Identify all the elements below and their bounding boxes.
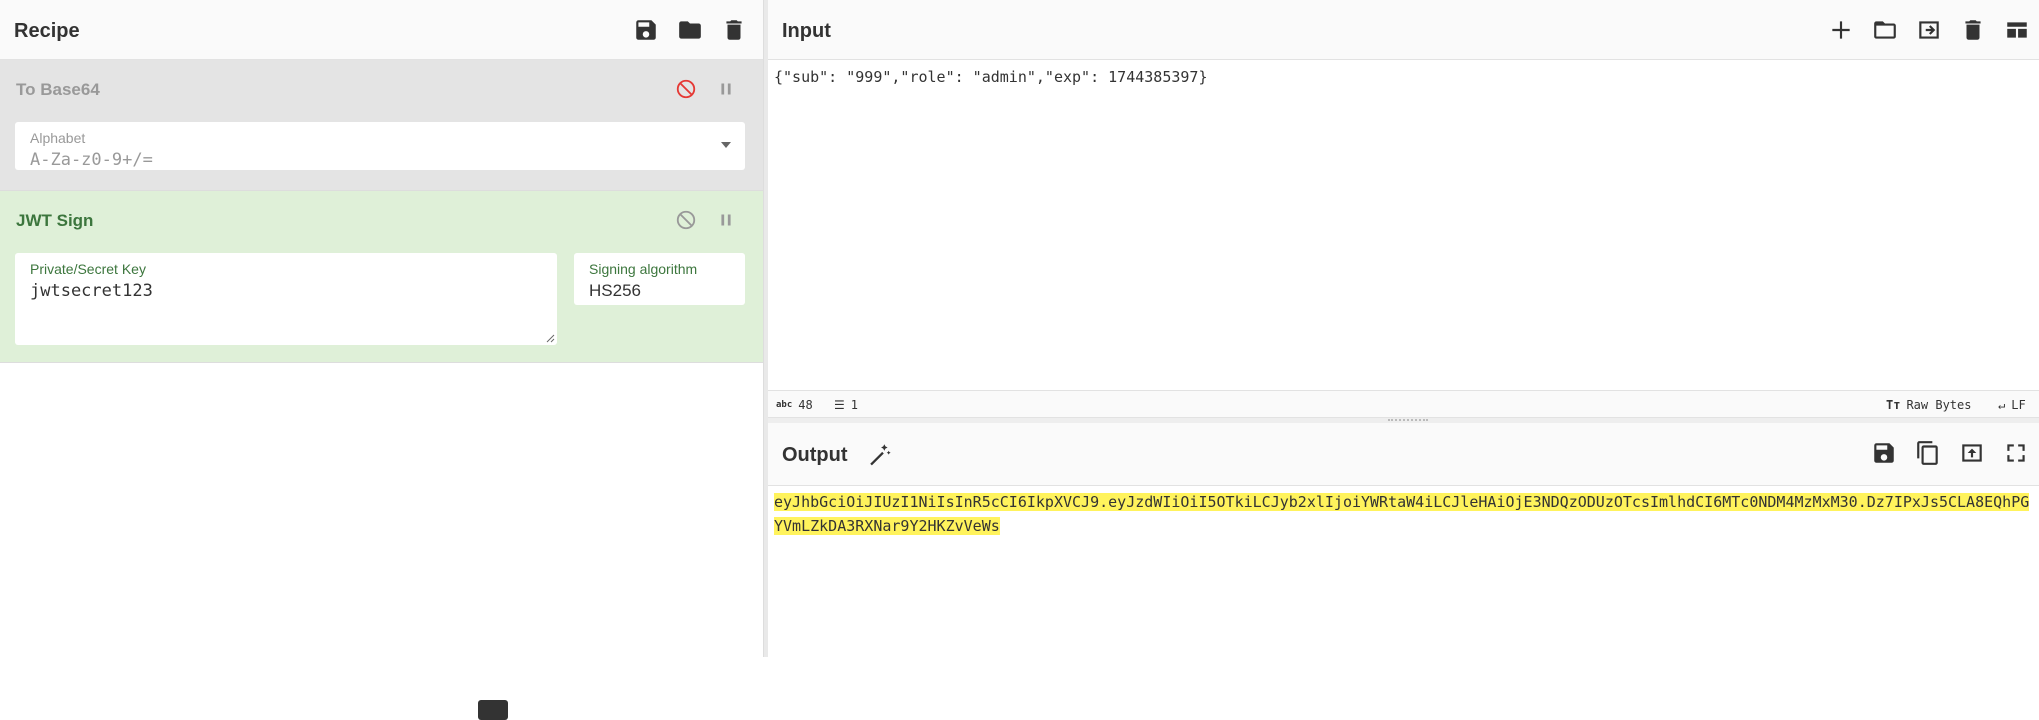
folder-icon[interactable] [676, 16, 704, 44]
signing-algorithm-label: Signing algorithm [589, 261, 698, 277]
operation-title: JWT Sign [16, 211, 94, 230]
secret-key-field[interactable]: Private/Secret Key jwtsecret123 [15, 253, 557, 345]
eol-selector[interactable]: ↵ LF [1998, 398, 2026, 412]
encoding-selector[interactable]: Tт Raw Bytes [1886, 398, 1971, 412]
trash-icon[interactable] [1959, 16, 1987, 44]
recipe-list: To Base64 Alphabet A-Za-z0-9+/= JWT Sign… [0, 60, 763, 720]
folder-icon[interactable] [1871, 16, 1899, 44]
trash-icon[interactable] [720, 16, 748, 44]
save-icon[interactable] [1870, 439, 1898, 467]
disable-icon[interactable] [675, 78, 697, 100]
operation-jwt-sign[interactable]: JWT Sign Private/Secret Key jwtsecret123… [0, 191, 763, 363]
output-textarea[interactable]: eyJhbGciOiJIUzI1NiIsInR5cCI6IkpXVCJ9.eyJ… [768, 486, 2039, 657]
maximize-icon[interactable] [2002, 439, 2030, 467]
char-count: abc 48 [776, 398, 813, 412]
add-icon[interactable] [1827, 16, 1855, 44]
input-title: Input [782, 20, 831, 42]
line-count: ☰ 1 [834, 398, 858, 412]
replace-input-icon[interactable] [1958, 439, 1986, 467]
bake-icon[interactable] [478, 700, 508, 720]
chevron-down-icon[interactable] [721, 142, 731, 148]
input-header: Input [768, 0, 2039, 60]
recipe-title: Recipe [14, 20, 80, 42]
signing-algorithm-select[interactable]: Signing algorithm HS256 [574, 253, 745, 305]
alphabet-select[interactable]: Alphabet A-Za-z0-9+/= [15, 122, 745, 170]
operation-title: To Base64 [16, 80, 100, 99]
abc-icon: abc [776, 400, 793, 410]
signing-algorithm-value: HS256 [589, 281, 641, 300]
operation-to-base64[interactable]: To Base64 Alphabet A-Za-z0-9+/= [0, 60, 763, 191]
output-text[interactable]: eyJhbGciOiJIUzI1NiIsInR5cCI6IkpXVCJ9.eyJ… [774, 490, 2036, 538]
text-format-icon: Tт [1886, 398, 1901, 412]
input-status-bar: abc 48 ☰ 1 Tт Raw Bytes ↵ LF [768, 390, 2039, 418]
recipe-header: Recipe [0, 0, 763, 60]
save-icon[interactable] [632, 16, 660, 44]
magic-wand-icon[interactable] [866, 440, 894, 468]
resize-handle-icon[interactable] [545, 333, 555, 343]
return-icon: ↵ [1998, 398, 2006, 412]
alphabet-label: Alphabet [30, 130, 86, 146]
pause-icon[interactable] [715, 209, 737, 231]
lines-icon: ☰ [834, 398, 845, 412]
secret-key-label: Private/Secret Key [30, 261, 146, 277]
input-text[interactable]: {"sub": "999","role": "admin","exp": 174… [774, 68, 1207, 86]
input-textarea[interactable]: {"sub": "999","role": "admin","exp": 174… [768, 60, 2039, 390]
alphabet-value: A-Za-z0-9+/= [30, 150, 153, 170]
open-file-icon[interactable] [1915, 16, 1943, 44]
secret-key-value[interactable]: jwtsecret123 [30, 281, 153, 301]
pause-icon[interactable] [715, 78, 737, 100]
output-header: Output [768, 423, 2039, 486]
output-highlight: eyJhbGciOiJIUzI1NiIsInR5cCI6IkpXVCJ9.eyJ… [774, 493, 2030, 535]
output-title: Output [782, 444, 848, 466]
copy-icon[interactable] [1914, 439, 1942, 467]
disable-icon[interactable] [675, 209, 697, 231]
layout-icon[interactable] [2003, 16, 2031, 44]
